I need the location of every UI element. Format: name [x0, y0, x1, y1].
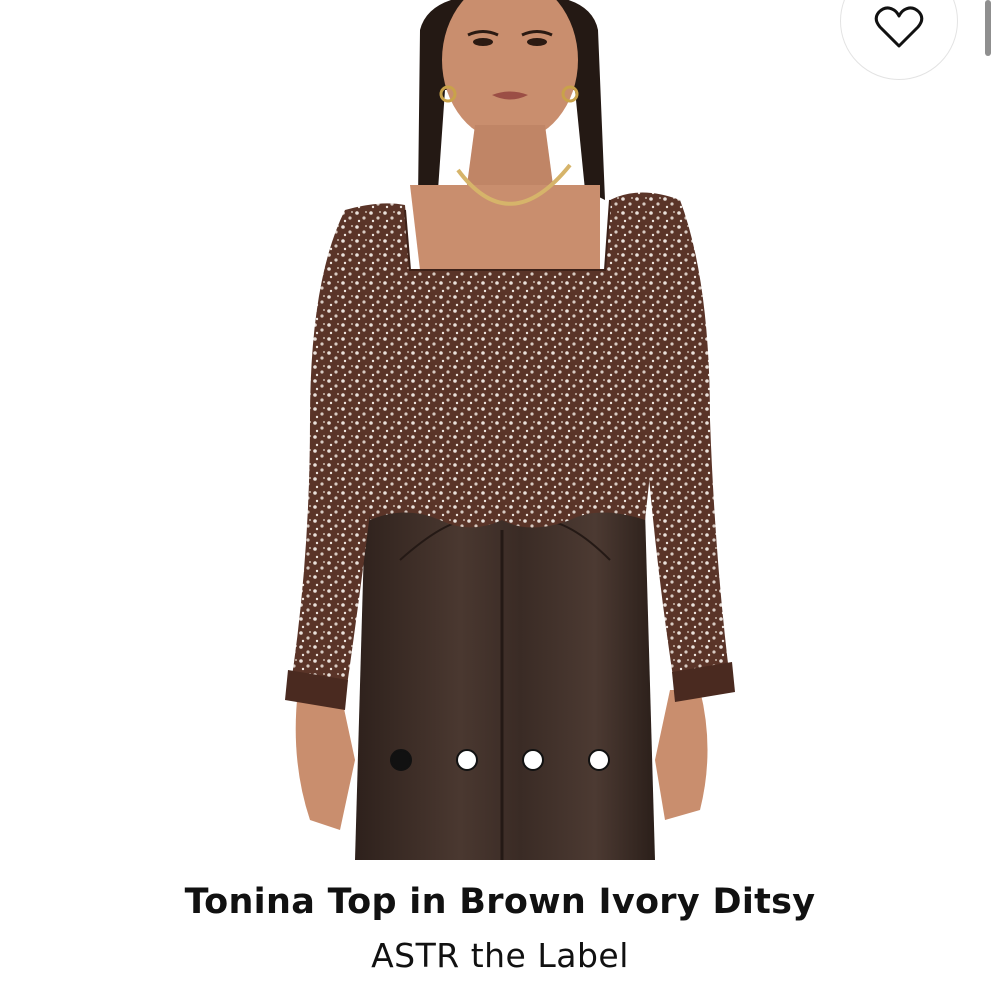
product-brand[interactable]: ASTR the Label	[0, 936, 1000, 975]
product-detail-screen: Tonina Top in Brown Ivory Ditsy ASTR the…	[0, 0, 1000, 1000]
carousel-dots	[390, 748, 610, 772]
scrollbar-thumb[interactable]	[985, 0, 991, 56]
carousel-dot-2[interactable]	[456, 749, 478, 771]
carousel-dot-1[interactable]	[390, 749, 412, 771]
carousel-dot-3[interactable]	[522, 749, 544, 771]
carousel-dot-4[interactable]	[588, 749, 610, 771]
product-title: Tonina Top in Brown Ivory Ditsy	[184, 882, 816, 922]
wishlist-button[interactable]	[840, 0, 958, 80]
heart-outline-icon	[874, 5, 924, 49]
product-image[interactable]	[270, 0, 740, 860]
